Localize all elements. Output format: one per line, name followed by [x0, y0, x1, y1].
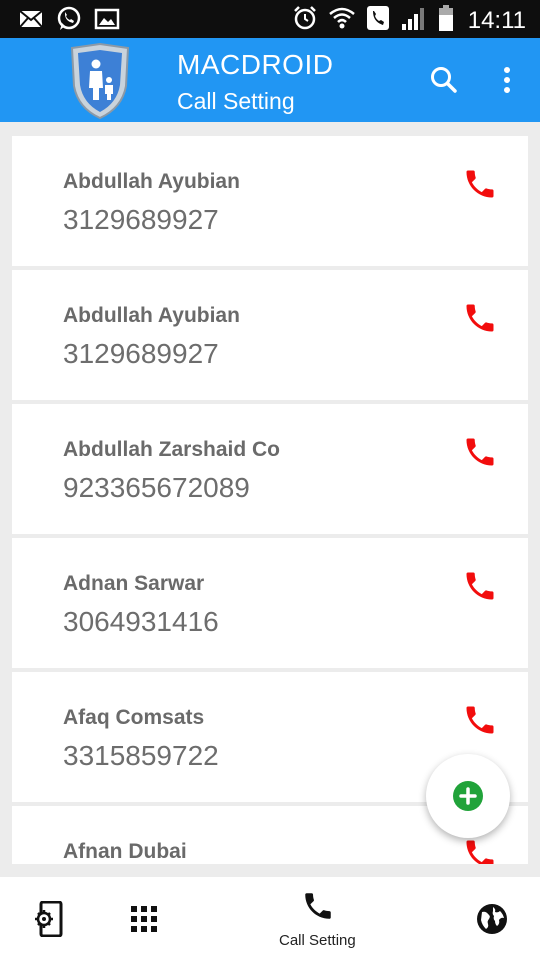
contact-card[interactable]: Adnan Sarwar 3064931416	[12, 538, 528, 668]
contact-name: Adnan Sarwar	[63, 572, 205, 595]
contact-name: Abdullah Zarshaid Co	[63, 438, 281, 461]
whatsapp-icon	[56, 6, 82, 37]
clock: 14:11	[467, 6, 526, 34]
contact-phone: 3129689927	[63, 204, 219, 235]
shield-family-logo	[66, 42, 134, 120]
phone-icon[interactable]	[301, 889, 335, 928]
contact-name: Abdullah Ayubian	[63, 304, 240, 327]
app-title: MACDROID	[177, 49, 334, 80]
call-icon[interactable]	[462, 836, 498, 864]
bottom-navigation: Call Setting	[0, 877, 540, 960]
call-icon[interactable]	[462, 434, 498, 470]
contact-name: Afaq Comsats	[63, 706, 205, 729]
apps-grid-icon[interactable]	[131, 906, 157, 937]
app-bar: MACDROID Call Setting	[0, 38, 540, 122]
signal-icon	[400, 4, 428, 37]
phone-settings-icon[interactable]	[32, 900, 64, 942]
call-status-icon	[366, 4, 390, 37]
alarm-icon	[292, 4, 318, 37]
contact-name: Abdullah Ayubian	[63, 170, 240, 193]
contact-phone: 3129689927	[63, 338, 219, 369]
call-icon[interactable]	[462, 166, 498, 202]
mail-icon	[18, 6, 44, 37]
call-icon[interactable]	[462, 568, 498, 604]
globe-icon[interactable]	[476, 903, 508, 940]
call-icon[interactable]	[462, 300, 498, 336]
contact-card[interactable]: Abdullah Zarshaid Co 923365672089	[12, 404, 528, 534]
contact-phone: 3064931416	[63, 606, 219, 637]
contact-card[interactable]: Abdullah Ayubian 3129689927	[12, 136, 528, 266]
battery-icon	[438, 4, 454, 37]
call-icon[interactable]	[462, 702, 498, 738]
app-subtitle: Call Setting	[177, 88, 295, 114]
add-contact-button[interactable]	[426, 754, 510, 838]
contact-name: Afnan Dubai	[63, 840, 187, 863]
search-icon[interactable]	[428, 64, 460, 96]
wifi-icon	[328, 4, 356, 37]
gallery-icon	[94, 6, 120, 37]
status-bar: 14:11	[0, 0, 540, 38]
contact-list[interactable]: Abdullah Ayubian 3129689927 Abdullah Ayu…	[12, 136, 528, 864]
add-circle-icon	[453, 781, 483, 811]
contact-phone: 3315859722	[63, 740, 219, 771]
contact-phone: 923365672089	[63, 472, 250, 503]
nav-label-call-setting[interactable]: Call Setting	[279, 932, 356, 949]
more-vert-icon[interactable]	[492, 64, 522, 96]
contact-card[interactable]: Abdullah Ayubian 3129689927	[12, 270, 528, 400]
